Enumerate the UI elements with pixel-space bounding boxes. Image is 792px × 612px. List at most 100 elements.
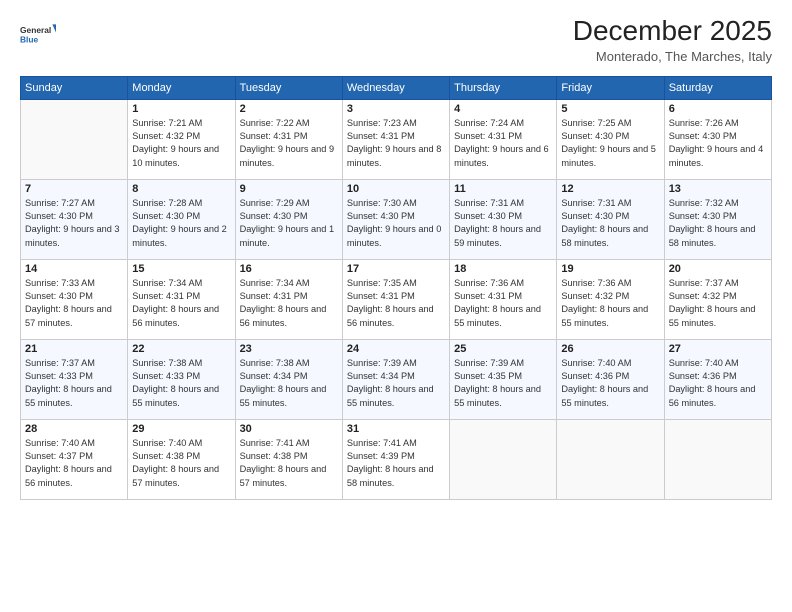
day-info: Sunrise: 7:38 AMSunset: 4:34 PMDaylight:… (240, 357, 338, 410)
calendar-cell: 19 Sunrise: 7:36 AMSunset: 4:32 PMDaylig… (557, 259, 664, 339)
day-info: Sunrise: 7:37 AMSunset: 4:33 PMDaylight:… (25, 357, 123, 410)
calendar: SundayMondayTuesdayWednesdayThursdayFrid… (20, 76, 772, 500)
day-number: 25 (454, 343, 552, 355)
day-number: 29 (132, 423, 230, 435)
day-info: Sunrise: 7:26 AMSunset: 4:30 PMDaylight:… (669, 117, 767, 170)
day-number: 13 (669, 183, 767, 195)
day-number: 14 (25, 263, 123, 275)
calendar-cell: 14 Sunrise: 7:33 AMSunset: 4:30 PMDaylig… (21, 259, 128, 339)
day-number: 21 (25, 343, 123, 355)
day-info: Sunrise: 7:33 AMSunset: 4:30 PMDaylight:… (25, 277, 123, 330)
calendar-cell: 31 Sunrise: 7:41 AMSunset: 4:39 PMDaylig… (342, 419, 449, 499)
calendar-cell: 11 Sunrise: 7:31 AMSunset: 4:30 PMDaylig… (450, 179, 557, 259)
calendar-cell (557, 419, 664, 499)
day-info: Sunrise: 7:22 AMSunset: 4:31 PMDaylight:… (240, 117, 338, 170)
calendar-week: 21 Sunrise: 7:37 AMSunset: 4:33 PMDaylig… (21, 339, 772, 419)
day-info: Sunrise: 7:39 AMSunset: 4:34 PMDaylight:… (347, 357, 445, 410)
day-number: 1 (132, 103, 230, 115)
calendar-cell (21, 99, 128, 179)
calendar-cell: 9 Sunrise: 7:29 AMSunset: 4:30 PMDayligh… (235, 179, 342, 259)
calendar-body: 1 Sunrise: 7:21 AMSunset: 4:32 PMDayligh… (21, 99, 772, 499)
day-number: 27 (669, 343, 767, 355)
dow-header: Thursday (450, 76, 557, 99)
calendar-cell: 29 Sunrise: 7:40 AMSunset: 4:38 PMDaylig… (128, 419, 235, 499)
day-info: Sunrise: 7:40 AMSunset: 4:36 PMDaylight:… (669, 357, 767, 410)
calendar-cell: 18 Sunrise: 7:36 AMSunset: 4:31 PMDaylig… (450, 259, 557, 339)
calendar-week: 1 Sunrise: 7:21 AMSunset: 4:32 PMDayligh… (21, 99, 772, 179)
calendar-cell: 22 Sunrise: 7:38 AMSunset: 4:33 PMDaylig… (128, 339, 235, 419)
day-info: Sunrise: 7:30 AMSunset: 4:30 PMDaylight:… (347, 197, 445, 250)
day-info: Sunrise: 7:25 AMSunset: 4:30 PMDaylight:… (561, 117, 659, 170)
day-number: 19 (561, 263, 659, 275)
calendar-cell (450, 419, 557, 499)
day-number: 23 (240, 343, 338, 355)
day-number: 30 (240, 423, 338, 435)
calendar-cell: 3 Sunrise: 7:23 AMSunset: 4:31 PMDayligh… (342, 99, 449, 179)
page: General Blue December 2025 Monterado, Th… (0, 0, 792, 612)
calendar-cell: 30 Sunrise: 7:41 AMSunset: 4:38 PMDaylig… (235, 419, 342, 499)
day-number: 17 (347, 263, 445, 275)
calendar-cell: 21 Sunrise: 7:37 AMSunset: 4:33 PMDaylig… (21, 339, 128, 419)
day-info: Sunrise: 7:36 AMSunset: 4:32 PMDaylight:… (561, 277, 659, 330)
day-info: Sunrise: 7:23 AMSunset: 4:31 PMDaylight:… (347, 117, 445, 170)
day-number: 28 (25, 423, 123, 435)
day-number: 3 (347, 103, 445, 115)
calendar-cell: 28 Sunrise: 7:40 AMSunset: 4:37 PMDaylig… (21, 419, 128, 499)
day-info: Sunrise: 7:34 AMSunset: 4:31 PMDaylight:… (132, 277, 230, 330)
dow-header: Monday (128, 76, 235, 99)
dow-header: Tuesday (235, 76, 342, 99)
day-info: Sunrise: 7:31 AMSunset: 4:30 PMDaylight:… (561, 197, 659, 250)
day-info: Sunrise: 7:39 AMSunset: 4:35 PMDaylight:… (454, 357, 552, 410)
day-info: Sunrise: 7:28 AMSunset: 4:30 PMDaylight:… (132, 197, 230, 250)
day-info: Sunrise: 7:40 AMSunset: 4:38 PMDaylight:… (132, 437, 230, 490)
days-of-week-row: SundayMondayTuesdayWednesdayThursdayFrid… (21, 76, 772, 99)
day-info: Sunrise: 7:34 AMSunset: 4:31 PMDaylight:… (240, 277, 338, 330)
calendar-cell: 26 Sunrise: 7:40 AMSunset: 4:36 PMDaylig… (557, 339, 664, 419)
day-info: Sunrise: 7:21 AMSunset: 4:32 PMDaylight:… (132, 117, 230, 170)
calendar-week: 28 Sunrise: 7:40 AMSunset: 4:37 PMDaylig… (21, 419, 772, 499)
svg-text:Blue: Blue (20, 34, 39, 44)
calendar-cell: 23 Sunrise: 7:38 AMSunset: 4:34 PMDaylig… (235, 339, 342, 419)
day-number: 15 (132, 263, 230, 275)
day-info: Sunrise: 7:40 AMSunset: 4:36 PMDaylight:… (561, 357, 659, 410)
calendar-cell: 8 Sunrise: 7:28 AMSunset: 4:30 PMDayligh… (128, 179, 235, 259)
day-info: Sunrise: 7:32 AMSunset: 4:30 PMDaylight:… (669, 197, 767, 250)
day-number: 12 (561, 183, 659, 195)
logo: General Blue (20, 16, 56, 52)
day-number: 24 (347, 343, 445, 355)
day-number: 11 (454, 183, 552, 195)
day-number: 10 (347, 183, 445, 195)
day-info: Sunrise: 7:24 AMSunset: 4:31 PMDaylight:… (454, 117, 552, 170)
day-info: Sunrise: 7:36 AMSunset: 4:31 PMDaylight:… (454, 277, 552, 330)
day-number: 5 (561, 103, 659, 115)
calendar-cell: 17 Sunrise: 7:35 AMSunset: 4:31 PMDaylig… (342, 259, 449, 339)
day-info: Sunrise: 7:41 AMSunset: 4:39 PMDaylight:… (347, 437, 445, 490)
day-number: 8 (132, 183, 230, 195)
calendar-cell: 25 Sunrise: 7:39 AMSunset: 4:35 PMDaylig… (450, 339, 557, 419)
dow-header: Wednesday (342, 76, 449, 99)
calendar-cell: 2 Sunrise: 7:22 AMSunset: 4:31 PMDayligh… (235, 99, 342, 179)
calendar-cell: 10 Sunrise: 7:30 AMSunset: 4:30 PMDaylig… (342, 179, 449, 259)
calendar-cell: 5 Sunrise: 7:25 AMSunset: 4:30 PMDayligh… (557, 99, 664, 179)
day-number: 2 (240, 103, 338, 115)
month-title: December 2025 (573, 16, 772, 47)
calendar-week: 7 Sunrise: 7:27 AMSunset: 4:30 PMDayligh… (21, 179, 772, 259)
calendar-cell: 1 Sunrise: 7:21 AMSunset: 4:32 PMDayligh… (128, 99, 235, 179)
day-number: 4 (454, 103, 552, 115)
calendar-cell: 13 Sunrise: 7:32 AMSunset: 4:30 PMDaylig… (664, 179, 771, 259)
logo-svg: General Blue (20, 16, 56, 52)
calendar-cell: 7 Sunrise: 7:27 AMSunset: 4:30 PMDayligh… (21, 179, 128, 259)
day-info: Sunrise: 7:41 AMSunset: 4:38 PMDaylight:… (240, 437, 338, 490)
header: General Blue December 2025 Monterado, Th… (20, 16, 772, 64)
day-number: 16 (240, 263, 338, 275)
day-info: Sunrise: 7:29 AMSunset: 4:30 PMDaylight:… (240, 197, 338, 250)
calendar-cell: 6 Sunrise: 7:26 AMSunset: 4:30 PMDayligh… (664, 99, 771, 179)
title-section: December 2025 Monterado, The Marches, It… (573, 16, 772, 64)
day-number: 9 (240, 183, 338, 195)
calendar-cell: 16 Sunrise: 7:34 AMSunset: 4:31 PMDaylig… (235, 259, 342, 339)
calendar-cell: 15 Sunrise: 7:34 AMSunset: 4:31 PMDaylig… (128, 259, 235, 339)
day-info: Sunrise: 7:37 AMSunset: 4:32 PMDaylight:… (669, 277, 767, 330)
calendar-cell: 12 Sunrise: 7:31 AMSunset: 4:30 PMDaylig… (557, 179, 664, 259)
day-number: 20 (669, 263, 767, 275)
day-number: 31 (347, 423, 445, 435)
